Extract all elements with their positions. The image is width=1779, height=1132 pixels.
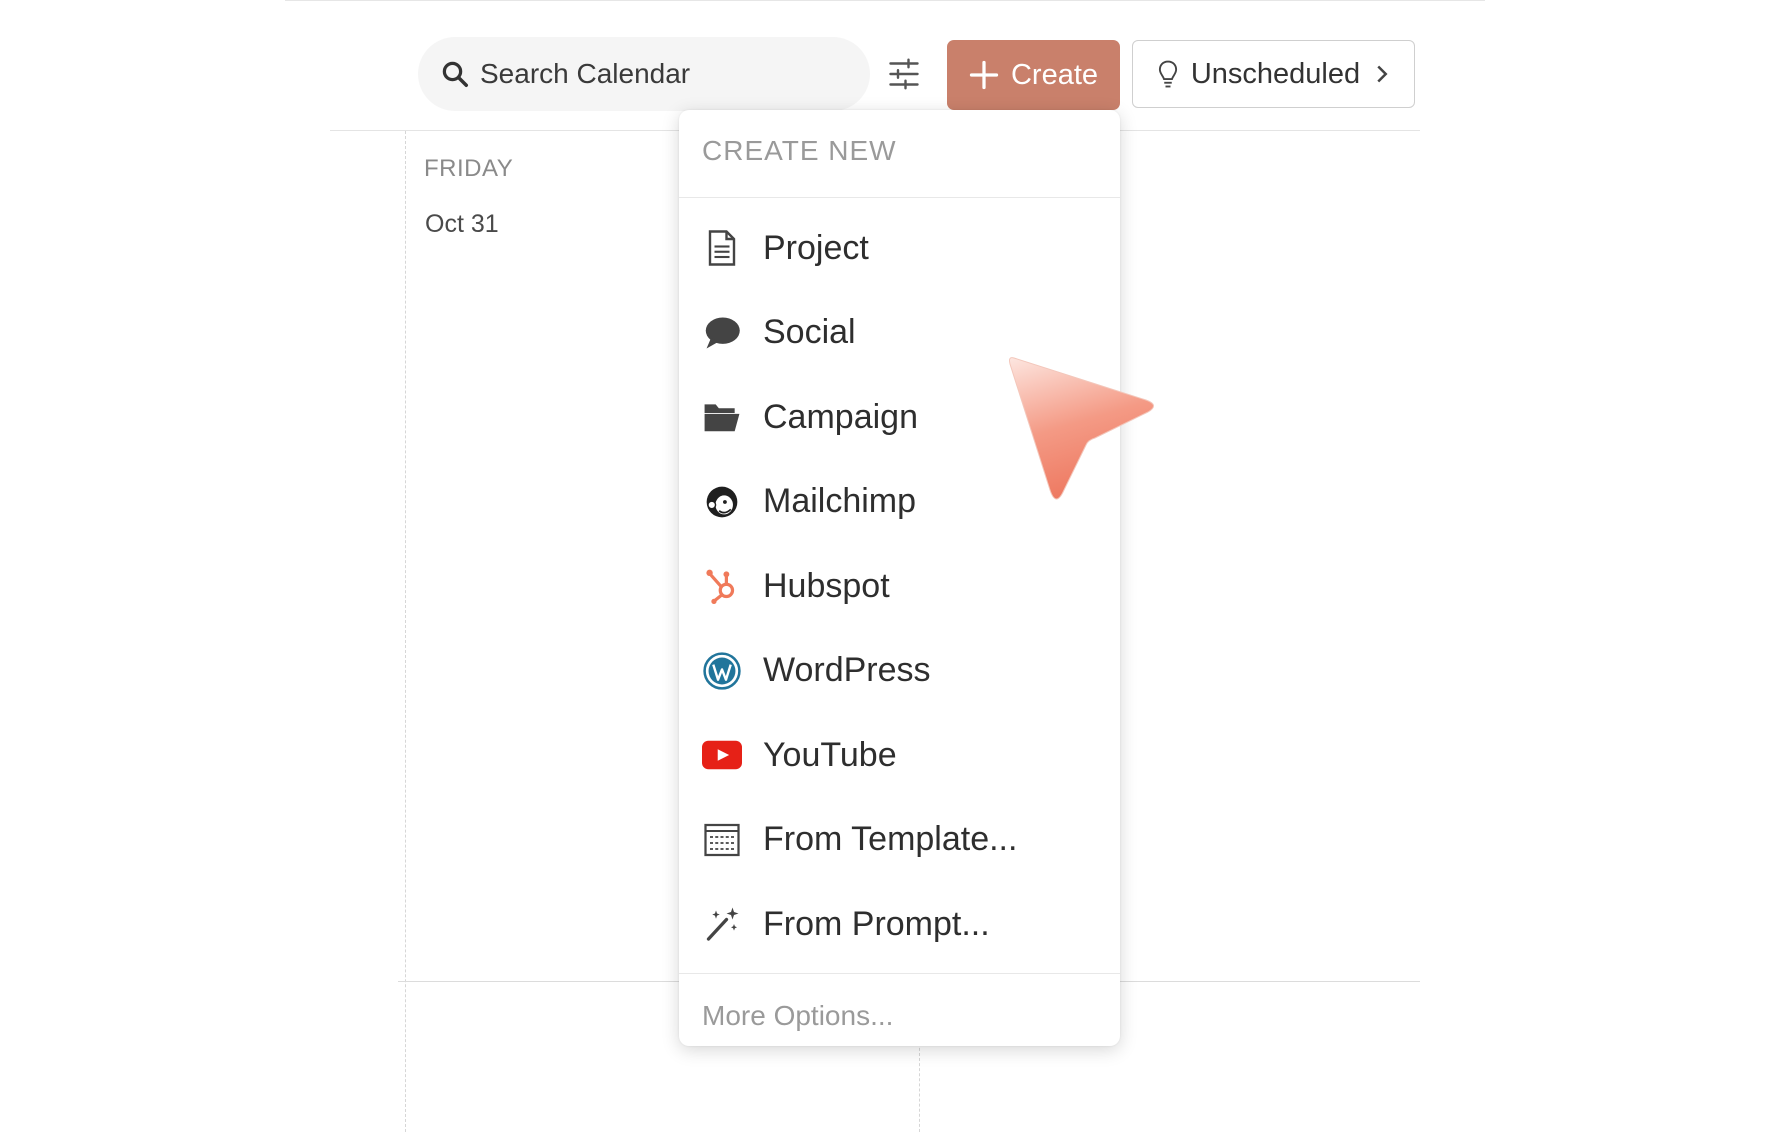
youtube-icon (702, 735, 742, 775)
more-options-link[interactable]: More Options... (679, 974, 1120, 1058)
mailchimp-icon (702, 482, 742, 522)
unscheduled-button[interactable]: Unscheduled (1132, 40, 1415, 108)
chevron-right-icon (1377, 65, 1388, 83)
menu-item-label: From Template... (763, 820, 1018, 859)
menu-item-label: Mailchimp (763, 482, 917, 521)
lightbulb-icon (1158, 60, 1177, 88)
plus-icon (969, 60, 999, 90)
menu-header: CREATE NEW (679, 110, 1120, 198)
search-bar[interactable] (418, 37, 870, 111)
menu-item-label: Project (763, 228, 869, 267)
top-divider (285, 0, 1485, 1)
menu-item-project[interactable]: Project (679, 206, 1120, 291)
search-icon (442, 61, 468, 87)
menu-item-label: WordPress (763, 651, 931, 690)
wordpress-icon (702, 651, 742, 691)
menu-item-youtube[interactable]: YouTube (679, 713, 1120, 798)
menu-item-label: From Prompt... (763, 904, 990, 943)
day-date[interactable]: Oct 31 (425, 210, 499, 239)
create-button[interactable]: Create (947, 40, 1120, 110)
create-button-label: Create (1010, 58, 1099, 91)
unscheduled-label: Unscheduled (1190, 57, 1361, 90)
speech-bubble-icon (702, 313, 742, 353)
cursor-pointer-icon (1009, 357, 1154, 500)
menu-item-label: Campaign (763, 397, 918, 436)
magic-wand-icon (702, 904, 742, 944)
template-icon (702, 820, 742, 860)
search-input[interactable] (480, 58, 860, 90)
filter-settings-icon[interactable] (886, 56, 922, 92)
menu-item-label: Hubspot (763, 566, 890, 605)
menu-item-hubspot[interactable]: Hubspot (679, 544, 1120, 629)
menu-item-label: YouTube (763, 735, 897, 774)
menu-item-from-prompt[interactable]: From Prompt... (679, 882, 1120, 967)
menu-item-wordpress[interactable]: WordPress (679, 629, 1120, 714)
create-new-menu: CREATE NEW Project Social Campaign Mailc… (679, 110, 1120, 1046)
menu-item-label: Social (763, 313, 856, 352)
hubspot-icon (702, 566, 742, 606)
folder-open-icon (702, 397, 742, 437)
document-icon (702, 228, 742, 268)
day-name: FRIDAY (424, 155, 514, 182)
menu-item-from-template[interactable]: From Template... (679, 798, 1120, 883)
